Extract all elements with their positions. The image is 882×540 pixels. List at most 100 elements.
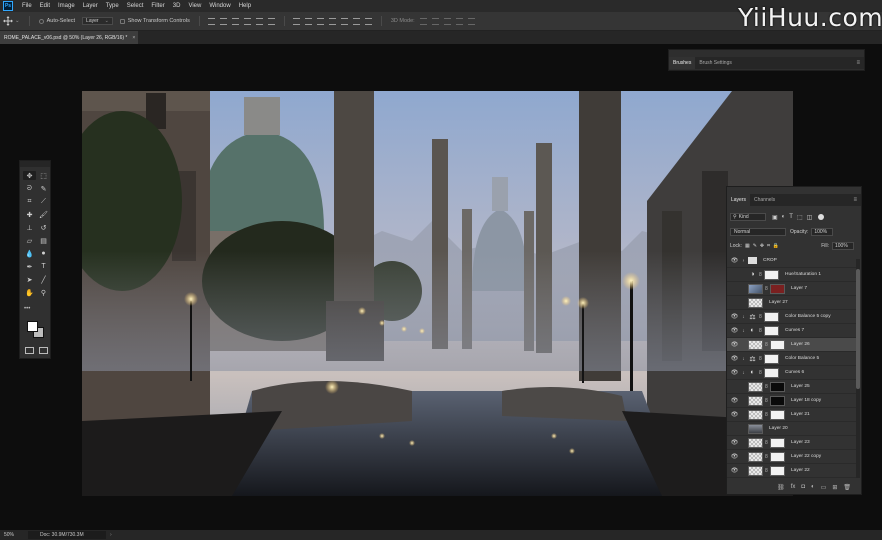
- menu-3d[interactable]: 3D: [169, 3, 185, 9]
- filter-shape-icon[interactable]: ⬚: [797, 214, 803, 221]
- layer-row-color-balance-5-copy[interactable]: 👁 ↓ ⚖ 8 Color Balance 5 copy: [727, 310, 858, 324]
- close-icon[interactable]: ×: [132, 35, 135, 41]
- layer-row-layer-22[interactable]: 👁 8 Layer 22: [727, 464, 858, 478]
- visibility-eye-icon[interactable]: 👁: [730, 450, 739, 464]
- pen-tool-icon[interactable]: ✒: [23, 262, 36, 271]
- layer-row-layer-26[interactable]: 👁 8 Layer 26: [727, 338, 858, 352]
- mask-icon[interactable]: ◘: [801, 484, 805, 490]
- lock-pixels-icon[interactable]: ✎: [753, 243, 757, 249]
- visibility-eye-icon[interactable]: 👁: [730, 436, 739, 450]
- visibility-eye-icon[interactable]: 👁: [730, 464, 739, 478]
- visibility-eye-icon[interactable]: 👁: [730, 366, 739, 380]
- layer-row-layer-21[interactable]: 👁 8 Layer 21: [727, 408, 858, 422]
- layer-row-curves-7[interactable]: 👁 ↓ ◐ 8 Curves 7: [727, 324, 858, 338]
- document-size[interactable]: Doc: 30.9M/730.3M: [28, 531, 106, 539]
- visibility-empty-icon[interactable]: [730, 380, 739, 394]
- visibility-empty-icon[interactable]: [730, 268, 739, 282]
- layers-scrollbar[interactable]: [856, 259, 860, 478]
- 3d-roll-icon[interactable]: [432, 17, 440, 25]
- align-bottom-icon[interactable]: [232, 17, 240, 25]
- tab-channels[interactable]: Channels: [750, 194, 779, 206]
- more-tools-icon[interactable]: •••: [24, 306, 30, 312]
- 3d-scale-icon[interactable]: [468, 17, 476, 25]
- new-layer-icon[interactable]: ⊞: [832, 484, 837, 491]
- align-right-icon[interactable]: [268, 17, 276, 25]
- folder-icon[interactable]: ▭: [821, 484, 827, 491]
- layer-filter-dropdown[interactable]: ⚲ Kind: [730, 213, 766, 221]
- lock-transparency-icon[interactable]: ▦: [745, 243, 750, 249]
- layer-row-layer-7[interactable]: 8 Layer 7: [727, 282, 858, 296]
- visibility-empty-icon[interactable]: [730, 282, 739, 296]
- layer-row-crop[interactable]: 👁 › CROP: [727, 254, 858, 268]
- healing-tool-icon[interactable]: ✚: [23, 210, 36, 219]
- layer-row-color-balance-5[interactable]: 👁 ↓ ⚖ 8 Color Balance 5: [727, 352, 858, 366]
- visibility-eye-icon[interactable]: 👁: [730, 338, 739, 352]
- chevron-right-icon[interactable]: ›: [110, 532, 112, 538]
- layer-row-layer-25[interactable]: 8 Layer 25: [727, 380, 858, 394]
- history-brush-tool-icon[interactable]: ↺: [37, 223, 50, 232]
- visibility-empty-icon[interactable]: [730, 296, 739, 310]
- menu-file[interactable]: File: [18, 3, 36, 9]
- menu-help[interactable]: Help: [235, 3, 255, 9]
- visibility-eye-icon[interactable]: 👁: [730, 352, 739, 366]
- menu-edit[interactable]: Edit: [36, 3, 54, 9]
- distribute-bottom-icon[interactable]: [317, 17, 325, 25]
- layer-row-layer-27[interactable]: Layer 27: [727, 296, 858, 310]
- menu-type[interactable]: Type: [102, 3, 123, 9]
- layer-row-layer-22-copy[interactable]: 👁 8 Layer 22 copy: [727, 450, 858, 464]
- auto-select-checkbox[interactable]: Auto-Select: [36, 17, 78, 26]
- lock-position-icon[interactable]: ✥: [760, 243, 764, 249]
- layer-row-layer-18-copy[interactable]: 👁 8 Layer 18 copy: [727, 394, 858, 408]
- link-icon[interactable]: ⛓: [777, 484, 785, 491]
- visibility-eye-icon[interactable]: 👁: [730, 324, 739, 338]
- foreground-color-swatch[interactable]: [27, 321, 38, 332]
- distribute-top-icon[interactable]: [293, 17, 301, 25]
- zoom-tool-icon[interactable]: ⚲: [37, 288, 50, 297]
- panel-menu-icon[interactable]: ≡: [856, 60, 860, 66]
- fx-icon[interactable]: fx: [791, 484, 796, 490]
- visibility-empty-icon[interactable]: [730, 422, 739, 436]
- 3d-orbit-icon[interactable]: [420, 17, 428, 25]
- lock-all-icon[interactable]: 🔒: [773, 243, 779, 249]
- dodge-tool-icon[interactable]: ●: [37, 249, 50, 258]
- align-horizontal-center-icon[interactable]: [256, 17, 264, 25]
- align-vertical-center-icon[interactable]: [220, 17, 228, 25]
- hand-tool-icon[interactable]: ✋: [23, 288, 36, 297]
- layer-row-layer-23[interactable]: 👁 8 Layer 23: [727, 436, 858, 450]
- blur-tool-icon[interactable]: 💧: [23, 249, 36, 258]
- layer-row-hue-saturation-1[interactable]: ◑ 8 Hue/Saturation 1: [727, 268, 858, 282]
- stamp-tool-icon[interactable]: ⊥: [23, 223, 36, 232]
- 3d-pan-icon[interactable]: [444, 17, 452, 25]
- marquee-tool-icon[interactable]: ⬚: [37, 171, 50, 180]
- quick-mask-icon[interactable]: [25, 347, 34, 354]
- visibility-eye-icon[interactable]: 👁: [730, 394, 739, 408]
- document-canvas-image[interactable]: [82, 91, 793, 496]
- menu-view[interactable]: View: [184, 3, 205, 9]
- eyedropper-tool-icon[interactable]: ⟋: [37, 197, 50, 206]
- tab-brush-settings[interactable]: Brush Settings: [695, 57, 736, 69]
- show-transform-controls-checkbox[interactable]: Show Transform Controls: [117, 17, 193, 26]
- panel-menu-icon[interactable]: ≡: [853, 197, 857, 203]
- tab-brushes[interactable]: Brushes: [669, 57, 696, 69]
- adjustment-icon[interactable]: ◐: [811, 484, 815, 490]
- type-tool-icon[interactable]: T: [37, 262, 50, 271]
- fill-input[interactable]: 100%: [832, 242, 854, 250]
- filter-smart-object-icon[interactable]: ◫: [807, 214, 813, 221]
- crop-tool-icon[interactable]: ⌗: [23, 197, 36, 206]
- auto-select-target-dropdown[interactable]: Layer ⌄: [82, 17, 113, 25]
- distribute-hcenter-icon[interactable]: [341, 17, 349, 25]
- 3d-slide-icon[interactable]: [456, 17, 464, 25]
- filter-type-icon[interactable]: T: [789, 214, 793, 220]
- visibility-eye-icon[interactable]: 👁: [730, 408, 739, 422]
- document-tab[interactable]: ROME_PALACE_v06.psd @ 50% (Layer 26, RGB…: [0, 31, 138, 44]
- distribute-center-icon[interactable]: [305, 17, 313, 25]
- visibility-eye-icon[interactable]: 👁: [730, 254, 739, 268]
- filter-toggle-icon[interactable]: [818, 214, 825, 220]
- filter-pixel-icon[interactable]: ▣: [772, 214, 778, 221]
- line-tool-icon[interactable]: ╱: [37, 275, 50, 284]
- menu-filter[interactable]: Filter: [147, 3, 168, 9]
- blend-mode-dropdown[interactable]: Normal: [730, 228, 786, 236]
- distribute-left-icon[interactable]: [329, 17, 337, 25]
- eraser-tool-icon[interactable]: ▱: [23, 236, 36, 245]
- menu-layer[interactable]: Layer: [79, 3, 102, 9]
